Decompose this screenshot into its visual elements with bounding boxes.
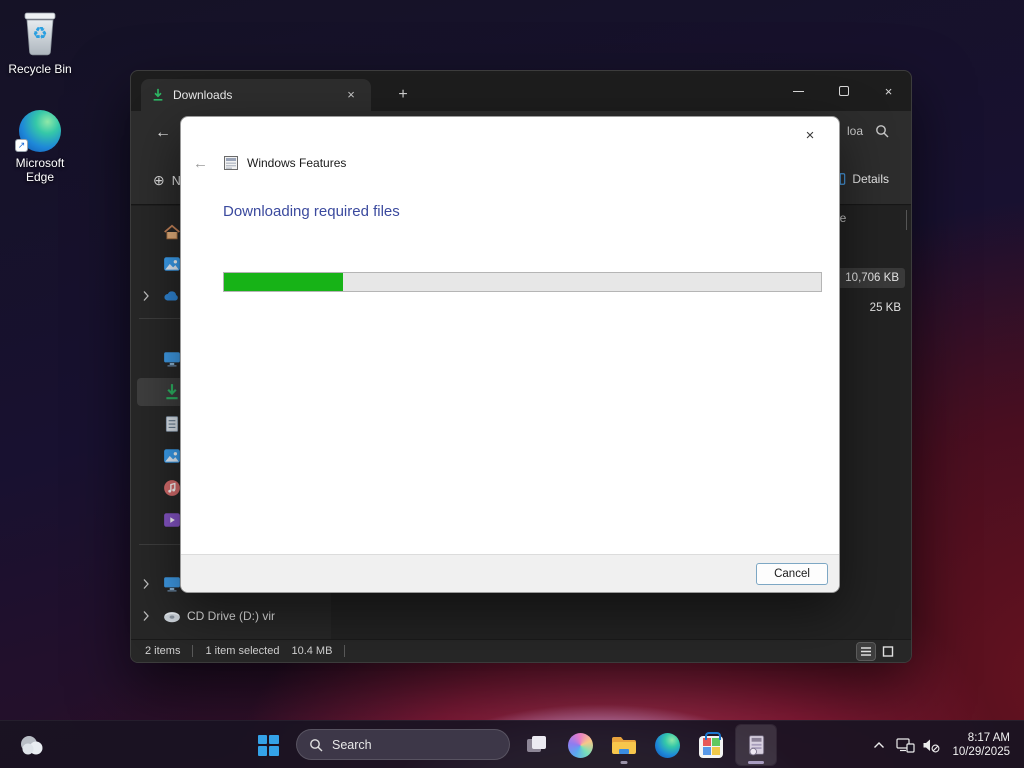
desktop-icon-recycle-bin[interactable]: ♻ Recycle Bin [2,8,78,76]
edge-button[interactable] [647,725,687,765]
windows-features-app-icon [748,735,765,756]
chevron-up-icon [874,742,885,748]
edge-icon: ↗ [2,102,78,152]
hidden-icons-chevron-button[interactable] [866,728,892,762]
desktop-icon-label: Recycle Bin [8,62,72,76]
taskbar-clock[interactable]: 8:17 AM 10/29/2025 [952,731,1010,759]
dialog-heading: Downloading required files [223,203,400,220]
desktop-icon-label: Microsoft Edge [15,156,65,184]
recycle-symbol-icon: ♻ [32,24,48,43]
large-icons-view-icon [882,645,894,657]
explorer-titlebar[interactable]: Downloads × + × [131,71,911,111]
large-icons-view-button[interactable] [879,643,897,660]
copilot-button[interactable] [560,725,600,765]
selected-count: 1 item selected [205,645,280,657]
shortcut-arrow-icon: ↗ [15,139,28,152]
taskbar: Search 8:17 AM 10/29/2025 [0,720,1024,768]
file-explorer-button[interactable] [604,725,644,765]
edge-icon [654,732,680,758]
weather-cloud-icon [21,736,43,755]
recycle-bin-icon: ♻ [2,8,78,58]
progress-bar-fill [224,273,344,291]
microsoft-store-button[interactable] [691,725,731,765]
column-separator[interactable] [906,210,907,230]
explorer-tab-downloads[interactable]: Downloads × [141,79,371,111]
windows-features-icon [224,156,238,170]
task-view-button[interactable] [517,725,557,765]
download-icon [153,88,163,101]
chevron-right-icon[interactable] [141,290,151,302]
widgets-weather-button[interactable] [12,725,52,765]
search-icon [310,738,323,751]
details-button-label: Details [852,172,889,186]
windows-logo-icon [257,734,279,756]
pictures-icon [164,449,180,463]
start-button[interactable] [248,725,288,765]
file-explorer-icon [612,736,636,754]
search-icon[interactable] [875,124,889,138]
running-indicator [620,761,628,764]
network-tray-button[interactable] [892,728,918,762]
selected-size: 10.4 MB [291,645,333,657]
volume-muted-icon [923,739,940,752]
chevron-right-icon[interactable] [141,578,151,590]
task-view-icon [527,736,546,752]
desktop: ♻ Recycle Bin ↗ Microsoft Edge Downloads… [0,0,1024,768]
documents-icon [165,416,179,432]
taskbar-search-box[interactable]: Search [296,729,510,760]
dialog-back-icon[interactable]: ← [193,155,219,172]
back-button[interactable]: ← [151,121,175,145]
items-count: 2 items [145,645,181,657]
videos-icon [164,513,180,527]
windows-features-taskbar-button[interactable] [735,724,777,766]
status-divider [344,645,346,657]
cd-drive-label: CD Drive (D:) vir [187,609,275,623]
explorer-statusbar: 2 items 1 item selected 10.4 MB [131,639,911,662]
chevron-right-icon[interactable] [141,610,151,622]
maximize-button[interactable] [821,71,866,111]
details-view-button[interactable] [856,641,876,661]
search-placeholder: Search [332,737,372,752]
gallery-icon [164,257,180,271]
tab-title: Downloads [173,88,233,102]
search-box-text[interactable]: loa [847,124,863,138]
windows-features-dialog: × ← Windows Features Downloading require… [180,116,840,593]
dialog-footer: Cancel [181,554,839,592]
microsoft-store-icon [699,731,723,758]
downloads-icon [166,384,178,400]
this-pc-icon [164,577,180,592]
new-plus-icon: ⊕ [153,172,165,188]
dialog-close-icon[interactable]: × [799,125,821,147]
onedrive-icon [164,291,178,301]
copilot-icon [567,732,593,758]
clock-date: 10/29/2025 [952,746,1010,758]
new-tab-button[interactable]: + [389,81,417,109]
cancel-button[interactable]: Cancel [756,563,828,585]
details-view-icon [861,646,871,656]
minimize-button[interactable] [776,71,821,111]
desktop-icon [164,352,180,367]
close-button[interactable]: × [866,71,911,111]
network-icon [896,738,915,753]
minimize-icon [793,90,804,92]
progress-bar [223,272,822,292]
sidebar-item-cd-drive[interactable]: CD Drive (D:) vir [137,602,317,630]
desktop-icon-microsoft-edge[interactable]: ↗ Microsoft Edge [2,102,78,184]
active-indicator [748,761,764,764]
volume-tray-button[interactable] [918,728,944,762]
cd-drive-icon [164,611,180,623]
music-icon [164,480,180,496]
tab-close-icon[interactable]: × [341,85,361,105]
status-divider [192,645,194,657]
maximize-icon [838,86,849,96]
clock-time: 8:17 AM [967,732,1010,744]
home-icon [164,224,180,240]
dialog-title: Windows Features [247,156,347,170]
